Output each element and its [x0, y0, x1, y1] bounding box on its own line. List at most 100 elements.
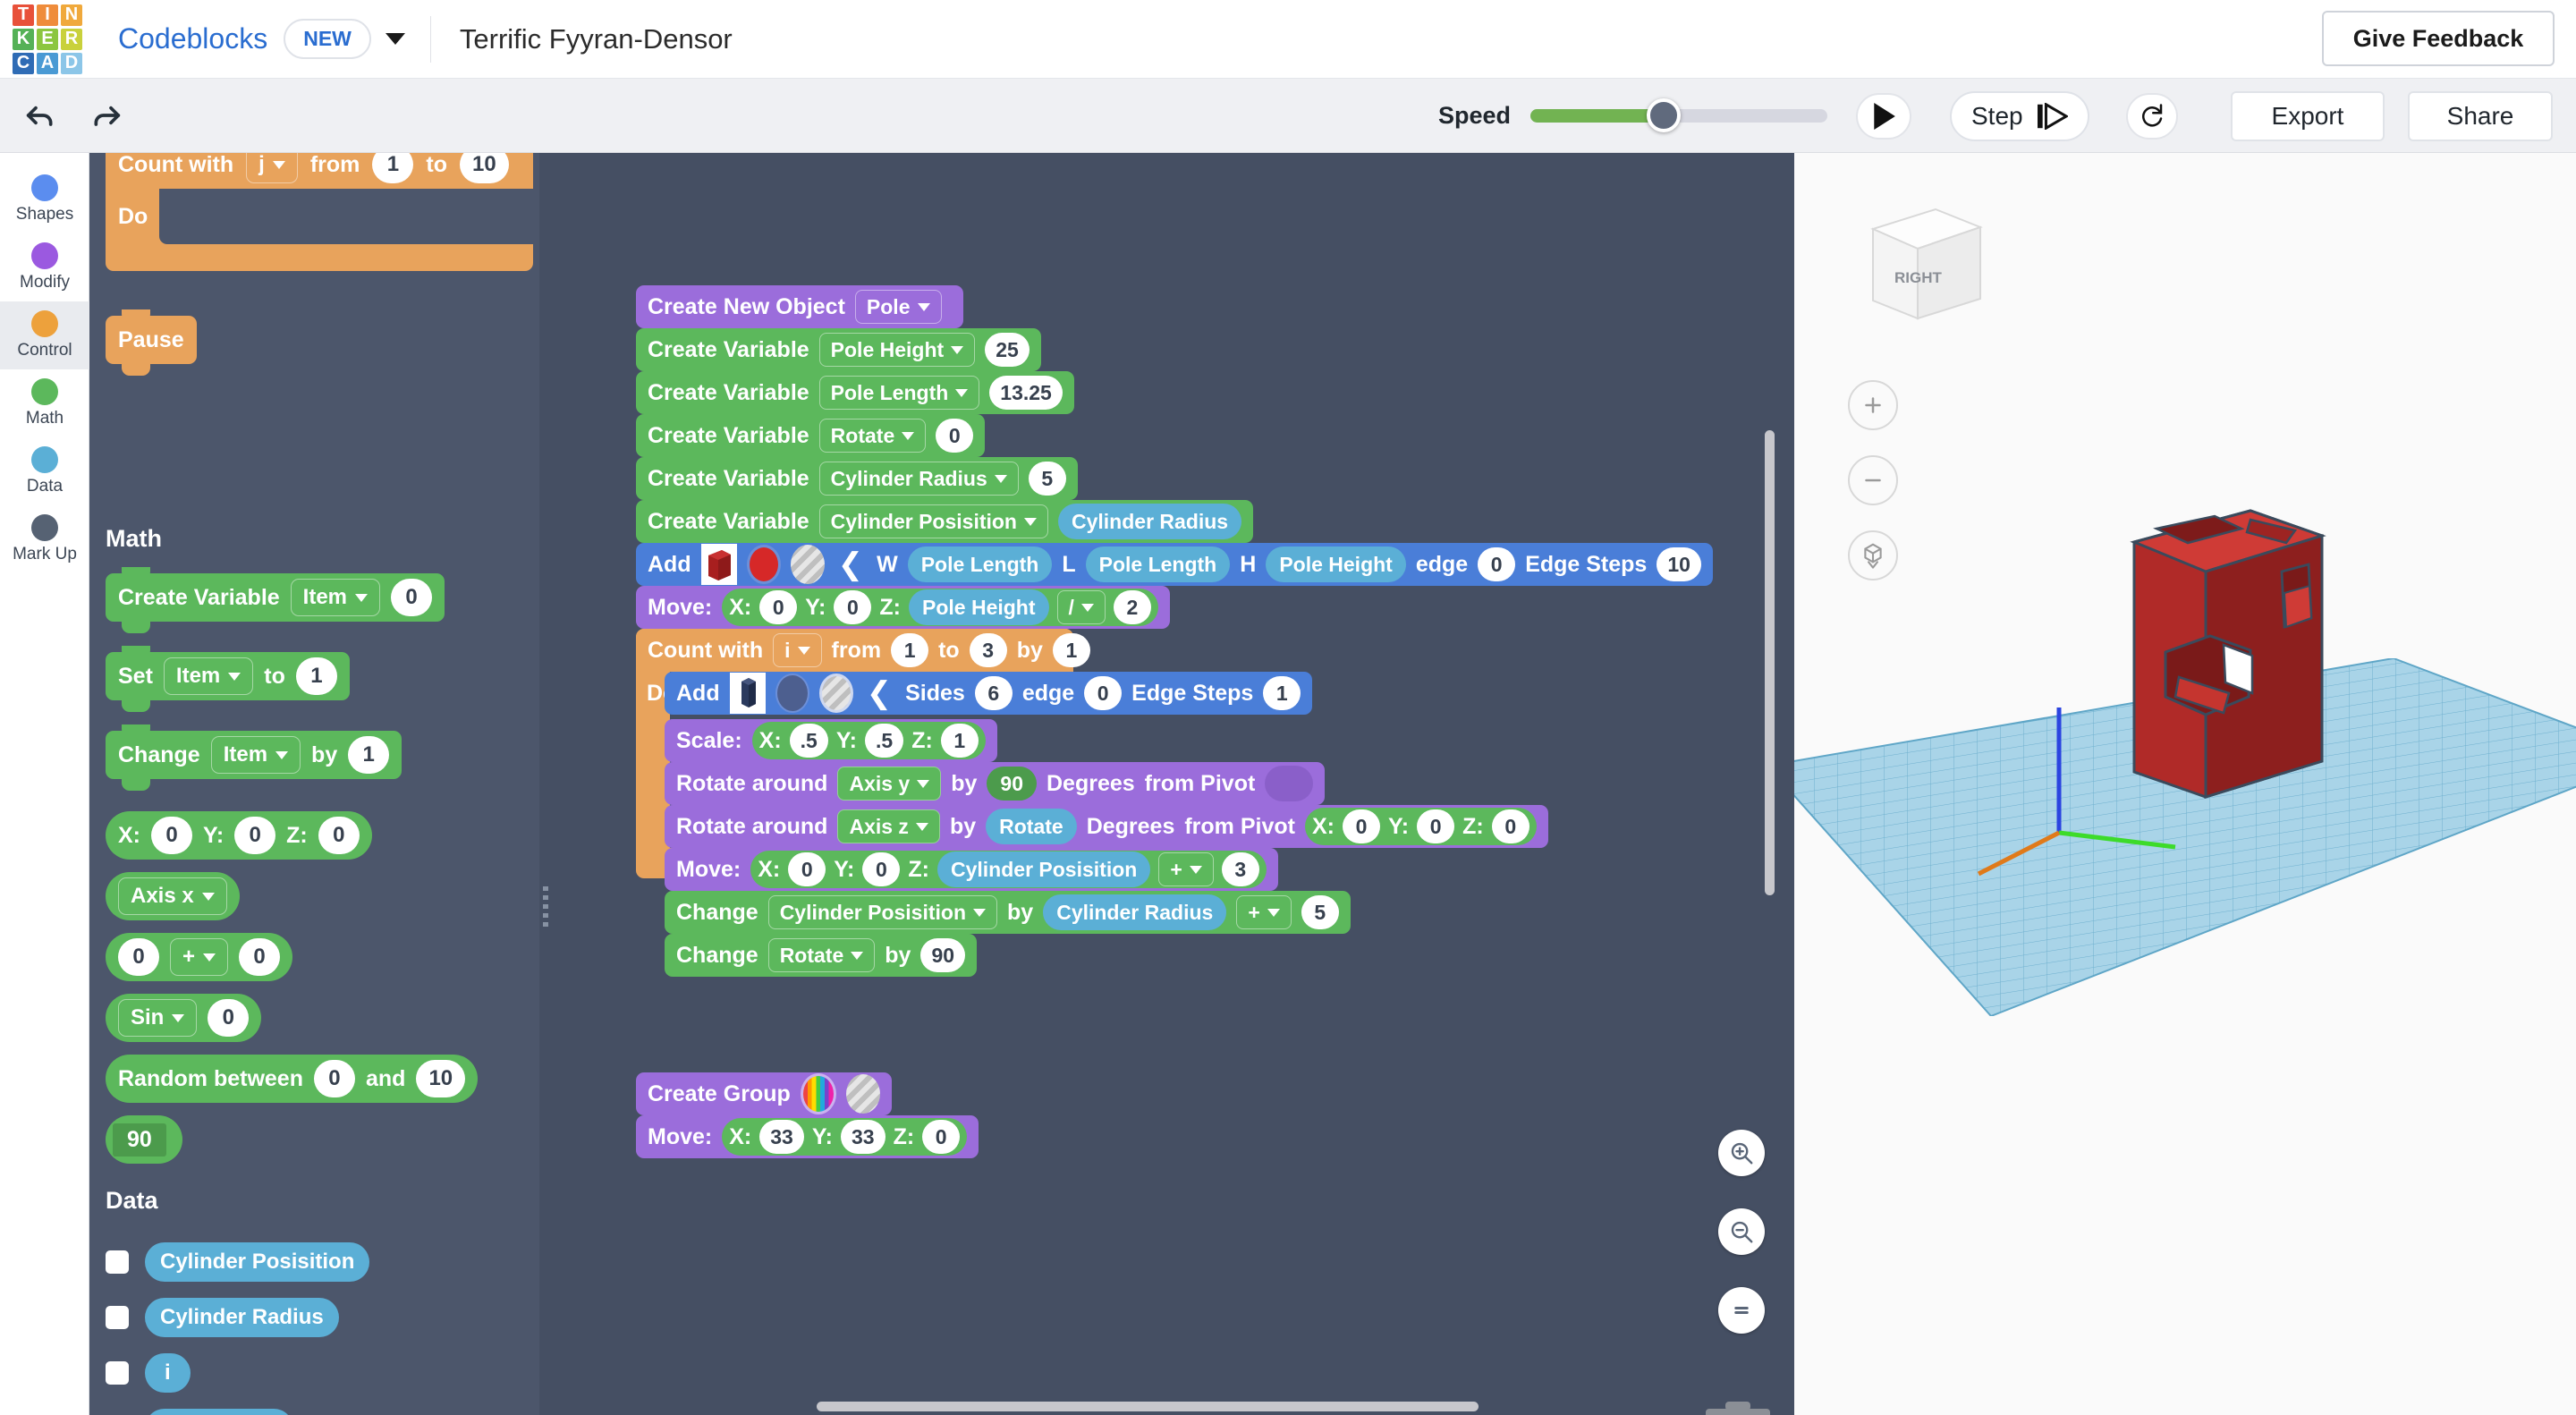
change-variable-dropdown[interactable]: Rotate: [768, 938, 876, 972]
change-variable-block[interactable]: Change Cylinder Posisition by Cylinder R…: [665, 891, 1351, 934]
share-button[interactable]: Share: [2408, 91, 2553, 141]
count-from-input[interactable]: 1: [372, 153, 413, 183]
move-z-variable[interactable]: Pole Height: [909, 589, 1049, 625]
move-y-input[interactable]: 0: [862, 852, 900, 886]
palette-pause-block[interactable]: Pause: [106, 316, 197, 364]
pivot-z-input[interactable]: 0: [1492, 809, 1530, 843]
variable-pill[interactable]: Cylinder Radius: [145, 1298, 339, 1337]
count-var-dropdown[interactable]: j: [246, 153, 298, 183]
move-x-input[interactable]: 33: [759, 1120, 804, 1154]
move-coordinates-group[interactable]: X: 0 Y: 0 Z: Cylinder Posisition + 3: [750, 851, 1267, 888]
width-value[interactable]: Pole Length: [908, 547, 1053, 582]
viewport-zoom-out-button[interactable]: [1848, 455, 1898, 505]
collapse-chevron-icon[interactable]: ❮: [835, 547, 868, 582]
scale-x-input[interactable]: .5: [790, 724, 828, 758]
redo-arrow-icon[interactable]: [86, 95, 127, 136]
block-palette[interactable]: Count with j from 1 to 10 Do Pause Math …: [89, 153, 539, 1415]
sidebar-item-mark-up[interactable]: Mark Up: [0, 505, 89, 573]
move-x-input[interactable]: 0: [759, 590, 797, 624]
move-z-input[interactable]: 0: [922, 1120, 960, 1154]
change-by-variable[interactable]: Cylinder Radius: [1043, 894, 1226, 930]
variable-value-input[interactable]: 13.25: [989, 376, 1063, 410]
axis-dropdown[interactable]: Axis x: [118, 877, 227, 915]
move-coordinates-group[interactable]: X: 33 Y: 33 Z: 0: [722, 1118, 967, 1156]
hole-toggle-swatch[interactable]: [791, 545, 825, 584]
red-box-shape-icon[interactable]: [701, 544, 737, 585]
trash-can-icon[interactable]: [1702, 1398, 1774, 1415]
restart-button[interactable]: [2126, 93, 2178, 140]
canvas-zoom-out-button[interactable]: [1718, 1208, 1765, 1255]
count-with-header[interactable]: Count with i from 1 to 3 by 1: [636, 629, 1073, 672]
sidebar-item-shapes[interactable]: Shapes: [0, 165, 89, 233]
loop-to-input[interactable]: 3: [970, 633, 1007, 667]
create-variable-block[interactable]: Create Variable Rotate 0: [636, 414, 985, 457]
3d-model-pole[interactable]: [2116, 493, 2385, 833]
create-new-object-block[interactable]: Create New Object Pole: [636, 285, 963, 328]
panel-drag-grip[interactable]: [543, 886, 548, 931]
change-value-input[interactable]: 1: [348, 736, 389, 774]
move-block[interactable]: Move: X: 33 Y: 33 Z: 0: [636, 1115, 979, 1158]
variable-dropdown[interactable]: Pole Length: [819, 376, 980, 410]
sidebar-item-data[interactable]: Data: [0, 437, 89, 505]
move-y-input[interactable]: 33: [841, 1120, 886, 1154]
random-min-input[interactable]: 0: [314, 1060, 355, 1097]
palette-axis-block[interactable]: Axis x: [106, 872, 240, 920]
operand-left-input[interactable]: 0: [118, 938, 159, 976]
create-variable-block[interactable]: Create Variable Pole Height 25: [636, 328, 1041, 371]
variable-checkbox[interactable]: [106, 1250, 129, 1274]
x-input[interactable]: 0: [151, 817, 192, 854]
variable-dropdown[interactable]: Pole Height: [819, 333, 976, 367]
rainbow-color-swatch-icon[interactable]: [801, 1073, 836, 1114]
data-variable-row[interactable]: Cylinder Radius: [106, 1298, 369, 1337]
variable-pill[interactable]: Cylinder Posisition: [145, 1242, 369, 1282]
change-operator-dropdown[interactable]: +: [1236, 895, 1291, 929]
hole-swatch-icon[interactable]: [846, 1074, 880, 1114]
scale-coordinates-group[interactable]: X: .5 Y: .5 Z: 1: [752, 722, 986, 759]
palette-operator-block[interactable]: 0 + 0: [106, 933, 292, 981]
set-value-input[interactable]: 1: [296, 657, 337, 695]
variable-dropdown[interactable]: Cylinder Posisition: [819, 504, 1048, 538]
change-operand-input[interactable]: 5: [1301, 895, 1339, 929]
edge-steps-input[interactable]: 10: [1657, 547, 1701, 581]
canvas-vertical-scrollbar[interactable]: [1765, 430, 1775, 895]
edge-steps-input[interactable]: 1: [1263, 676, 1301, 710]
variable-value-input[interactable]: 5: [1029, 462, 1066, 496]
change-value-input[interactable]: 90: [920, 938, 965, 972]
palette-random-block[interactable]: Random between 0 and 10: [106, 1055, 478, 1103]
scale-block[interactable]: Scale: X: .5 Y: .5 Z: 1: [665, 719, 997, 762]
move-block[interactable]: Move: X: 0 Y: 0 Z: Cylinder Posisition +…: [665, 848, 1278, 891]
number-value-input[interactable]: 90: [113, 1123, 166, 1157]
create-variable-block[interactable]: Create Variable Pole Length 13.25: [636, 371, 1074, 414]
add-shape-block[interactable]: Add ❮ Sides 6 edge 0 Edge Steps 1: [665, 672, 1312, 715]
variable-checkbox[interactable]: [106, 1306, 129, 1329]
add-shape-block[interactable]: Add ❮ W Pole Length L Pole Length H Pole…: [636, 543, 1713, 586]
export-button[interactable]: Export: [2231, 91, 2385, 141]
viewport-fit-view-button[interactable]: [1848, 530, 1898, 580]
length-value[interactable]: Pole Length: [1086, 547, 1231, 582]
operator-dropdown[interactable]: +: [170, 938, 228, 976]
pivot-y-input[interactable]: 0: [1417, 809, 1454, 843]
z-input[interactable]: 0: [318, 817, 360, 854]
create-group-block[interactable]: Create Group: [636, 1072, 892, 1115]
rotate-axis-dropdown[interactable]: Axis y: [837, 767, 941, 801]
pivot-empty-slot[interactable]: [1265, 766, 1313, 801]
height-value[interactable]: Pole Height: [1266, 547, 1406, 582]
variable-dropdown[interactable]: Rotate: [819, 419, 927, 453]
hole-toggle-swatch-selected[interactable]: [819, 674, 853, 713]
move-x-input[interactable]: 0: [788, 852, 826, 886]
sidebar-item-modify[interactable]: Modify: [0, 233, 89, 301]
data-variable-row[interactable]: Cylinder Posisition: [106, 1242, 369, 1282]
chevron-down-icon[interactable]: [386, 33, 405, 45]
trig-value-input[interactable]: 0: [208, 999, 249, 1037]
create-variable-block[interactable]: Create Variable Cylinder Radius 5: [636, 457, 1078, 500]
speed-slider-knob[interactable]: [1647, 98, 1681, 132]
navy-prism-shape-icon[interactable]: [730, 673, 766, 714]
sidebar-item-control[interactable]: Control: [0, 301, 89, 369]
move-z-variable[interactable]: Cylinder Posisition: [937, 852, 1150, 887]
change-variable-dropdown[interactable]: Cylinder Posisition: [768, 895, 997, 929]
palette-create-variable-block[interactable]: Create Variable Item 0: [106, 573, 445, 622]
collapse-chevron-icon[interactable]: ❮: [863, 675, 896, 711]
loop-from-input[interactable]: 1: [891, 633, 928, 667]
variable-value-input[interactable]: 25: [985, 333, 1030, 367]
move-z-operator-dropdown[interactable]: /: [1057, 590, 1106, 624]
